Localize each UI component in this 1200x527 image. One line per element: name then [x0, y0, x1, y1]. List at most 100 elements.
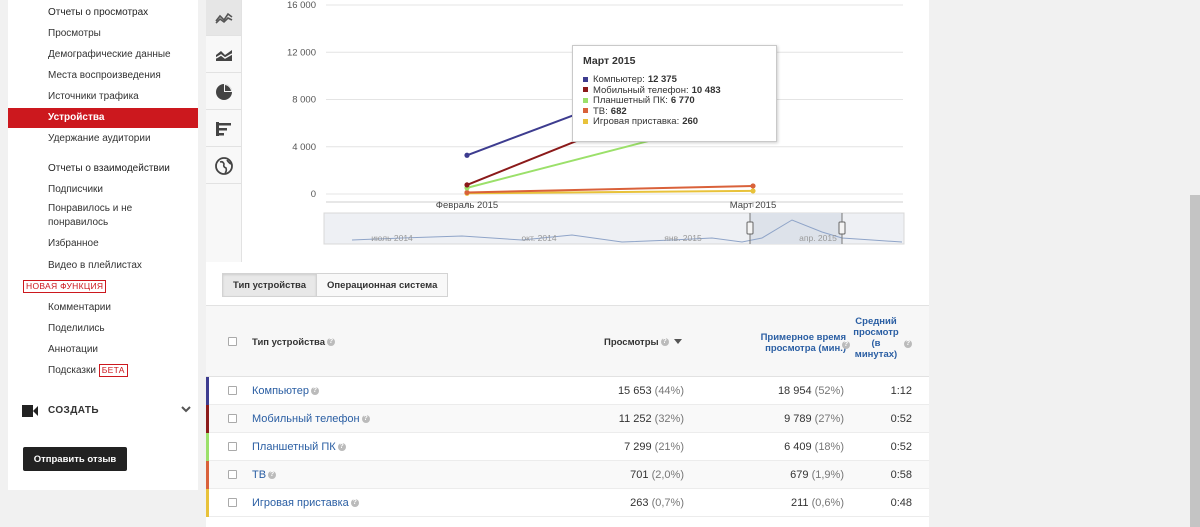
tooltip-row-value: 682	[610, 105, 627, 117]
help-icon[interactable]: ?	[660, 338, 669, 347]
sidebar-item-devices[interactable]: Устройства	[8, 108, 198, 128]
table-row[interactable]: Компьютер? 15 653 (44%) 18 954 (52%) 1:12	[206, 377, 929, 405]
help-icon[interactable]: ?	[327, 338, 336, 347]
sidebar-item-engagement-reports[interactable]: Отчеты о взаимодействии	[48, 163, 170, 174]
watch-time-cell: 6 409 (18%)	[784, 441, 844, 453]
page-scrollbar[interactable]	[1190, 0, 1200, 527]
help-icon[interactable]: ?	[361, 415, 370, 424]
navigator-label: июль 2014	[371, 233, 413, 243]
views-percent: (21%)	[654, 441, 684, 453]
navigator-handle[interactable]	[838, 221, 846, 235]
sidebar-item-favorites[interactable]: Избранное	[48, 238, 99, 249]
header-device-type-label: Тип устройства	[252, 337, 326, 348]
table-header: Тип устройства? Просмотры? Примерное вре…	[206, 305, 929, 377]
watch-time-percent: (18%)	[814, 441, 844, 453]
area-chart-button[interactable]	[206, 37, 241, 73]
help-icon[interactable]: ?	[904, 340, 912, 348]
device-type-link[interactable]: Мобильный телефон?	[252, 413, 370, 425]
avg-duration-cell: 1:12	[890, 385, 912, 397]
sidebar-item-playback-locations[interactable]: Места воспроизведения	[48, 70, 161, 81]
watch-time-percent: (0,6%)	[811, 497, 844, 509]
watch-time-value: 9 789	[784, 413, 812, 425]
avg-duration-cell: 0:52	[890, 413, 912, 425]
sidebar-item-comments[interactable]: Комментарии	[48, 302, 111, 313]
tab-operating-system[interactable]: Операционная система	[317, 273, 449, 297]
sidebar-item-traffic-sources[interactable]: Источники трафика	[48, 91, 139, 102]
device-type-link[interactable]: ТВ?	[252, 469, 277, 481]
row-checkbox[interactable]	[228, 498, 237, 507]
bar-chart-icon	[215, 121, 231, 136]
tooltip-row-value: 6 770	[670, 95, 695, 106]
watch-time-cell: 9 789 (27%)	[784, 413, 844, 425]
scrollbar-thumb[interactable]	[1190, 195, 1200, 527]
send-feedback-button[interactable]: Отправить отзыв	[23, 447, 127, 471]
avg-duration-cell: 0:52	[890, 441, 912, 453]
views-cell: 7 299 (21%)	[624, 441, 684, 453]
table-row[interactable]: Мобильный телефон? 11 252 (32%) 9 789 (27%…	[206, 405, 929, 433]
table-row[interactable]: Игровая приставка? 263 (0,7%) 211 (0,6%) 0:…	[206, 489, 929, 517]
sidebar-item-audience-retention[interactable]: Удержание аудитории	[48, 133, 151, 144]
device-type-name: Компьютер	[252, 385, 309, 397]
header-views-label: Просмотры	[604, 337, 659, 348]
row-checkbox[interactable]	[228, 442, 237, 451]
sidebar-item-likes-dislikes[interactable]: Понравилось и не понравилось	[48, 202, 168, 230]
line-chart-icon	[214, 12, 232, 24]
header-watch-time[interactable]: Примерное время просмотра (мин.)	[736, 332, 846, 354]
device-type-link[interactable]: Планшетный ПК?	[252, 441, 346, 453]
watch-time-value: 679	[790, 469, 809, 481]
row-checkbox[interactable]	[228, 414, 237, 423]
help-icon[interactable]: ?	[842, 341, 850, 349]
series-color-bar	[206, 461, 209, 489]
avg-duration-cell: 0:48	[890, 497, 912, 509]
line-chart-button[interactable]	[206, 0, 241, 36]
data-point	[464, 182, 470, 188]
header-device-type[interactable]: Тип устройства?	[252, 337, 336, 348]
bar-chart-button[interactable]	[206, 111, 241, 147]
area-chart-icon	[215, 49, 232, 61]
watch-time-percent: (1,9%)	[811, 469, 844, 481]
device-type-link[interactable]: Игровая приставка?	[252, 497, 359, 509]
row-checkbox[interactable]	[228, 386, 237, 395]
views-percent: (0,7%)	[651, 497, 684, 509]
views-cell: 15 653 (44%)	[618, 385, 684, 397]
sidebar-item-playlists[interactable]: Видео в плейлистах	[48, 260, 142, 271]
device-type-link[interactable]: Компьютер?	[252, 385, 319, 397]
select-all-checkbox[interactable]	[228, 337, 237, 346]
tooltip-row-label: ТВ:	[593, 105, 608, 117]
navigator-label: янв. 2015	[664, 233, 702, 243]
sidebar-item-shares[interactable]: Поделились	[48, 323, 105, 334]
sidebar-item-subscribers[interactable]: Подписчики	[48, 184, 103, 195]
watch-time-cell: 18 954 (52%)	[778, 385, 844, 397]
sidebar-item-views[interactable]: Просмотры	[48, 28, 101, 39]
device-type-name: ТВ	[252, 469, 267, 481]
y-tick-label: 8 000	[292, 95, 316, 106]
series-color-bar	[206, 377, 209, 405]
tab-device-type[interactable]: Тип устройства	[222, 273, 318, 297]
create-section-toggle[interactable]: СОЗДАТЬ	[22, 401, 192, 421]
sidebar-item-view-reports[interactable]: Отчеты о просмотрах	[48, 7, 148, 18]
sidebar-item-cards[interactable]: Подсказки БЕТА	[48, 364, 128, 377]
views-percent: (2,0%)	[651, 469, 684, 481]
header-views[interactable]: Просмотры?	[604, 337, 683, 348]
views-value: 7 299	[624, 441, 652, 453]
pie-chart-button[interactable]	[206, 74, 241, 110]
help-icon[interactable]: ?	[337, 443, 346, 452]
navigator-handle[interactable]	[746, 221, 754, 235]
sidebar-item-demographics[interactable]: Демографические данные	[48, 49, 171, 60]
views-value: 701	[630, 469, 649, 481]
row-checkbox[interactable]	[228, 470, 237, 479]
header-avg-duration[interactable]: Средний просмотр (в минутах)	[850, 316, 902, 360]
x-tick-label: Февраль 2015	[436, 200, 498, 211]
time-navigator: июль 2014 окт. 2014 янв. 2015 апр. 2015	[323, 212, 905, 245]
map-view-button[interactable]	[206, 148, 241, 184]
series-color-swatch	[583, 118, 588, 124]
sidebar-item-annotations[interactable]: Аннотации	[48, 344, 98, 355]
help-icon[interactable]: ?	[268, 471, 277, 480]
table-row[interactable]: ТВ? 701 (2,0%) 679 (1,9%) 0:58	[206, 461, 929, 489]
watch-time-cell: 679 (1,9%)	[790, 469, 844, 481]
watch-time-value: 6 409	[784, 441, 812, 453]
data-point	[750, 183, 756, 189]
help-icon[interactable]: ?	[350, 499, 359, 508]
table-row[interactable]: Планшетный ПК? 7 299 (21%) 6 409 (18%) 0:52	[206, 433, 929, 461]
help-icon[interactable]: ?	[310, 387, 319, 396]
